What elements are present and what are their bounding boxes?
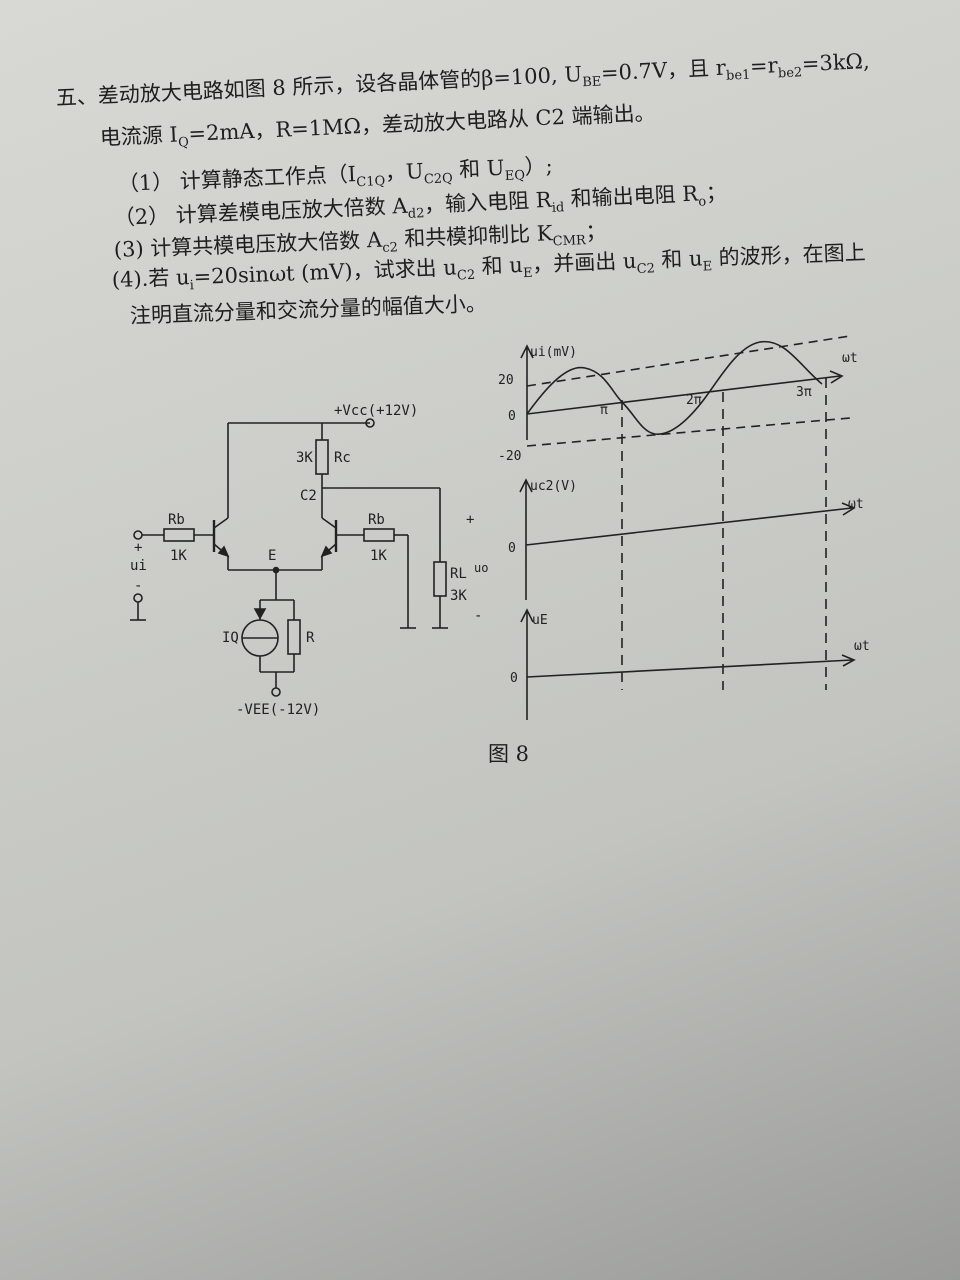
vee-label: -VEE(-12V) — [236, 702, 320, 718]
ue-omega-t: ωt — [854, 639, 870, 654]
rb-right-value: 1K — [370, 548, 387, 564]
input-terminal — [133, 530, 143, 540]
uc2-omega-t: ωt — [848, 497, 864, 512]
input-ground-terminal — [133, 593, 143, 603]
uc2-axis-label: uc2(V) — [530, 479, 577, 494]
rb-right-resistor — [363, 528, 395, 542]
two-pi-label: 2π — [686, 393, 702, 408]
iq-label: IQ — [222, 630, 239, 646]
uo-label: uo — [474, 561, 488, 575]
rc-value-label: 3K — [296, 450, 313, 466]
tick-0: 0 — [508, 409, 516, 424]
ue-zero: 0 — [510, 671, 518, 686]
rb-left-value: 1K — [170, 548, 187, 564]
input-plus: + — [134, 540, 142, 556]
ui-x-axis — [526, 375, 841, 415]
ue-axis-label: uE — [532, 613, 548, 628]
figure-svg: +Vcc(+12V) 3K Rc C2 Rb 1K Rb 1K E IQ R -… — [130, 335, 870, 720]
input-minus: - — [134, 578, 142, 594]
vcc-label: +Vcc(+12V) — [334, 403, 418, 419]
rb-right-label: Rb — [368, 512, 385, 528]
q2-emitter-arrow — [320, 545, 333, 558]
tick-minus-20: -20 — [498, 449, 521, 464]
rc-resistor — [315, 439, 329, 475]
r-resistor — [287, 619, 301, 655]
ue-x-axis — [526, 659, 853, 678]
rc-label: Rc — [334, 450, 351, 466]
uc2-x-axis — [525, 507, 853, 546]
three-pi-label: 3π — [796, 385, 812, 400]
node-e-label: E — [268, 548, 276, 564]
exam-page: 五、差动放大电路如图 8 所示，设各晶体管的β=100, UBE=0.7V，且 … — [0, 0, 960, 1280]
tick-20: 20 — [498, 373, 514, 388]
ui-omega-t: ωt — [842, 351, 858, 366]
rl-value-label: 3K — [450, 588, 467, 604]
rl-resistor — [433, 561, 447, 597]
rb-left-label: Rb — [168, 512, 185, 528]
ui-axis-label: ui(mV) — [530, 345, 577, 360]
pi-label: π — [600, 403, 608, 418]
ui-lower-envelope — [526, 417, 851, 447]
figure-caption: 图 8 — [488, 742, 530, 766]
ui-label: ui — [130, 558, 147, 574]
q1-emitter-arrow — [217, 545, 230, 558]
output-plus: + — [466, 512, 474, 528]
uc2-zero: 0 — [508, 541, 516, 556]
rl-label: RL — [450, 566, 467, 582]
rb-left-resistor — [163, 528, 195, 542]
ui-upper-envelope — [526, 335, 851, 387]
output-minus: - — [474, 608, 482, 624]
r-label: R — [306, 630, 315, 646]
vee-terminal — [271, 687, 281, 697]
c2-label: C2 — [300, 488, 317, 504]
